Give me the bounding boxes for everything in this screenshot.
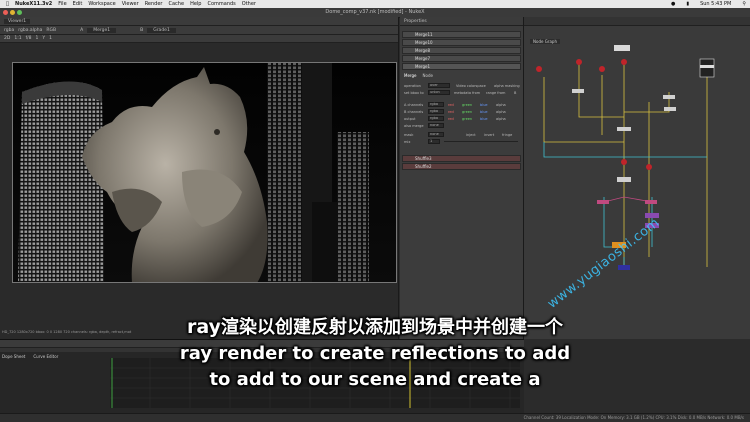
subtitle-line-1-cjk: 渲染以创建反射以添加到场景中并创建一个 — [221, 317, 563, 338]
tab-merge[interactable]: Merge — [404, 73, 417, 78]
b-input-label: B — [140, 27, 144, 33]
out-alpha-check[interactable]: alpha — [496, 117, 506, 121]
search-icon[interactable]: ⚲ — [742, 0, 746, 8]
also-merge-label: also merge — [404, 124, 424, 128]
node-panel-merge7[interactable]: Merge7 — [402, 55, 521, 62]
subtitle-line-2: ray render to create reflections to add — [179, 343, 571, 364]
menubar-status-area: ● ▮ Sun 5:43 PM ⚲ — [665, 0, 746, 8]
subtitle-line-3: to add to our scene and create a — [209, 369, 541, 390]
channel-select[interactable]: rgba — [4, 28, 14, 33]
clock[interactable]: Sun 5:43 PM — [700, 0, 731, 8]
viewer-toolbar-1: rgba rgba.alpha RGB A Merge1 B Grade1 — [0, 26, 398, 35]
viewer-toolbar-2: 2D 1:1 f/8 1 Y 1 — [0, 35, 398, 43]
zoom-window-button[interactable] — [17, 10, 22, 15]
operation-select[interactable]: over — [428, 83, 450, 88]
mix-slider[interactable] — [444, 141, 518, 142]
b-input-select[interactable]: Grade1 — [147, 27, 176, 33]
close-window-button[interactable] — [3, 10, 8, 15]
mask-select[interactable]: none — [428, 132, 444, 137]
also-merge-select[interactable]: none — [428, 123, 444, 128]
mix-field[interactable]: 1 — [428, 139, 440, 144]
viewer-tab-bar: Viewer1 — [0, 17, 398, 26]
menu-commands[interactable]: Commands — [207, 0, 235, 8]
subtitle-line-1-latin: ray — [187, 316, 221, 338]
operation-label: operation — [404, 84, 421, 88]
view-mode-select[interactable]: 2D — [4, 36, 10, 41]
viewer-image[interactable] — [12, 62, 397, 283]
bbox-label: set bbox to — [404, 91, 424, 95]
subtitle-line-1: ray渲染以创建反射以添加到场景中并创建一个 — [0, 313, 750, 339]
a-channels-label: A channels — [404, 103, 424, 107]
b-alpha-check[interactable]: alpha — [496, 110, 506, 114]
output-select[interactable]: rgba — [428, 116, 444, 121]
tab-node[interactable]: Node — [423, 73, 433, 78]
out-green-check[interactable]: green — [462, 117, 472, 121]
menu-cache[interactable]: Cache — [169, 0, 185, 8]
video-colorspace-checkbox[interactable]: Video colorspace — [456, 84, 486, 88]
a-alpha-check[interactable]: alpha — [496, 103, 506, 107]
range-from-b[interactable]: B — [514, 91, 516, 95]
out-blue-check[interactable]: blue — [480, 117, 488, 121]
alpha-masking-checkbox[interactable]: alpha masking — [494, 84, 520, 88]
fstop-field[interactable]: f/8 — [26, 36, 32, 41]
mask-invert-check[interactable]: invert — [484, 133, 494, 137]
a-red-check[interactable]: red — [448, 103, 454, 107]
node-panel-merge8[interactable]: Merge8 — [402, 47, 521, 54]
window-title: Dome_comp_v37.nk [modified] - NukeX — [325, 9, 425, 15]
output-label: output — [404, 117, 416, 121]
gain-field[interactable]: 1 — [36, 36, 39, 41]
node-panel-merge1[interactable]: Merge1 — [402, 63, 521, 70]
mask-label: mask — [404, 133, 414, 137]
a-green-check[interactable]: green — [462, 103, 472, 107]
a-input-label: A — [80, 27, 84, 33]
metadata-from-label: metadata from — [454, 91, 481, 95]
alpha-channel-select[interactable]: rgba.alpha — [18, 28, 42, 33]
node-panel-shuffle3[interactable]: Shuffle3 — [402, 155, 521, 162]
properties-tab-bar: Properties — [400, 17, 523, 26]
menu-render[interactable]: Render — [145, 0, 163, 8]
rendered-scene-image — [12, 62, 397, 283]
gamma-field[interactable]: 1 — [49, 36, 52, 41]
menu-workspace[interactable]: Workspace — [88, 0, 115, 8]
battery-icon[interactable]: ▮ — [686, 0, 689, 8]
mask-inject-check[interactable]: inject — [466, 133, 476, 137]
menu-other[interactable]: Other — [242, 0, 256, 8]
merge-node-dots — [536, 59, 652, 170]
merge-tabs: Merge Node — [404, 73, 433, 78]
b-green-check[interactable]: green — [462, 110, 472, 114]
a-input-select[interactable]: Merge1 — [87, 27, 117, 33]
b-blue-check[interactable]: blue — [480, 110, 488, 114]
menu-help[interactable]: Help — [190, 0, 201, 8]
node-panel-merge11[interactable]: Merge11 — [402, 31, 521, 38]
menu-edit[interactable]: Edit — [73, 0, 83, 8]
properties-title[interactable]: Properties — [404, 19, 427, 24]
menu-viewer[interactable]: Viewer — [122, 0, 139, 8]
menu-file[interactable]: File — [58, 0, 66, 8]
mac-menu-bar:  NukeX11.3v2 File Edit Workspace Viewer… — [0, 0, 750, 8]
zoom-select[interactable]: 1:1 — [14, 36, 21, 41]
y-label: Y — [42, 36, 46, 41]
b-channels-select[interactable]: rgba — [428, 109, 444, 114]
mix-label: mix — [404, 140, 411, 144]
tab-viewer1[interactable]: Viewer1 — [4, 18, 31, 24]
apple-icon[interactable]:  — [6, 0, 9, 8]
node-panel-merge10[interactable]: Merge10 — [402, 39, 521, 46]
a-blue-check[interactable]: blue — [480, 103, 488, 107]
node-panel-shuffle2[interactable]: Shuffle2 — [402, 163, 521, 170]
minimize-window-button[interactable] — [10, 10, 15, 15]
display-mode-select[interactable]: RGB — [46, 28, 56, 33]
app-menu[interactable]: NukeX11.3v2 — [15, 0, 52, 8]
bbox-select[interactable]: union — [428, 90, 450, 95]
b-red-check[interactable]: red — [448, 110, 454, 114]
out-red-check[interactable]: red — [448, 117, 454, 121]
a-channels-select[interactable]: rgba — [428, 102, 444, 107]
range-from-label: range from — [486, 91, 506, 95]
wifi-icon[interactable]: ● — [671, 0, 675, 8]
mask-fringe-check[interactable]: fringe — [502, 133, 512, 137]
b-channels-label: B channels — [404, 110, 424, 114]
properties-panel: Properties Merge11 Merge10 Merge8 Merge7… — [400, 17, 524, 339]
